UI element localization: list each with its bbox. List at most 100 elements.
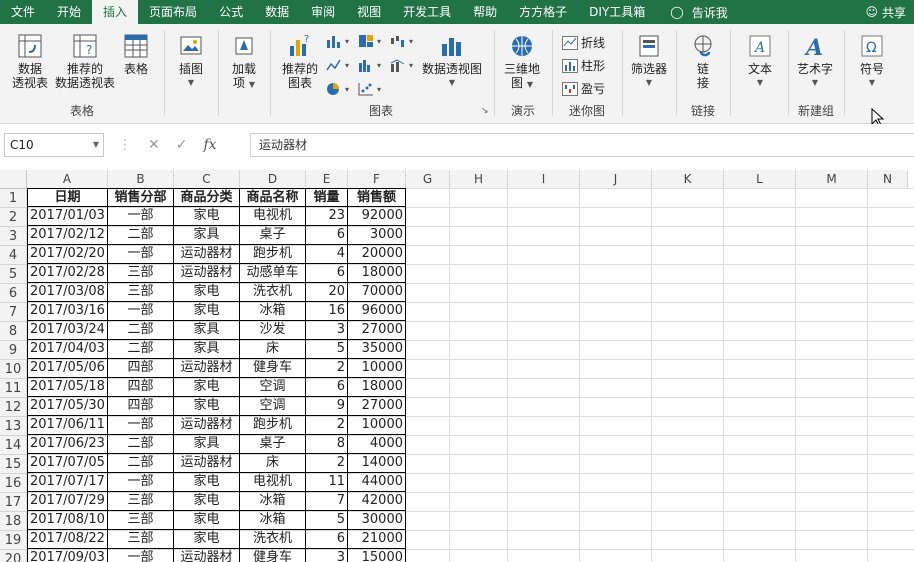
link-button[interactable]: 链 接 [684,32,722,90]
column-header[interactable]: C [174,170,240,189]
table-cell[interactable]: 4000 [348,435,406,454]
column-header[interactable]: G [406,170,450,189]
table-cell[interactable]: 动感单车 [240,264,306,283]
column-header[interactable]: F [348,170,406,189]
table-header-cell[interactable]: 日期 [27,188,108,207]
table-header-cell[interactable]: 销量 [306,188,348,207]
table-cell[interactable]: 2 [306,416,348,435]
table-cell[interactable]: 家电 [174,378,240,397]
table-cell[interactable]: 35000 [348,340,406,359]
enter-icon[interactable]: ✓ [176,137,188,153]
table-cell[interactable]: 2017/03/16 [27,302,108,321]
table-cell[interactable]: 家具 [174,321,240,340]
table-cell[interactable]: 运动器材 [174,245,240,264]
column-header[interactable]: D [240,170,306,189]
table-cell[interactable]: 家电 [174,530,240,549]
table-cell[interactable]: 三部 [108,283,174,302]
tab-11[interactable]: DIY工具箱 [578,0,656,24]
table-cell[interactable]: 运动器材 [174,264,240,283]
table-cell[interactable]: 运动器材 [174,549,240,562]
table-cell[interactable]: 21000 [348,530,406,549]
row-header[interactable]: 6 [0,284,27,303]
table-cell[interactable]: 2017/03/08 [27,283,108,302]
row-header[interactable]: 18 [0,512,27,531]
row-header[interactable]: 11 [0,379,27,398]
column-header[interactable]: N [868,170,908,189]
table-cell[interactable]: 空调 [240,397,306,416]
formula-input[interactable]: 运动器材 [250,133,914,157]
table-cell[interactable]: 冰箱 [240,302,306,321]
row-header[interactable]: 9 [0,341,27,360]
sparkline-column-button[interactable]: 柱形 [562,57,605,74]
column-header[interactable]: A [27,170,108,189]
row-header[interactable]: 1 [0,189,27,208]
table-cell[interactable]: 6 [306,264,348,283]
table-cell[interactable]: 二部 [108,226,174,245]
column-header[interactable]: L [724,170,796,189]
table-cell[interactable]: 家电 [174,283,240,302]
column-header[interactable]: K [652,170,724,189]
table-cell[interactable]: 5 [306,340,348,359]
illustrations-button[interactable]: 插图 ▼ [170,32,212,90]
row-header[interactable]: 10 [0,360,27,379]
table-cell[interactable]: 家具 [174,435,240,454]
name-box[interactable]: C10 ▼ [4,133,104,157]
row-header[interactable]: 12 [0,398,27,417]
cancel-icon[interactable]: ✕ [148,137,160,153]
table-cell[interactable]: 一部 [108,245,174,264]
table-cell[interactable]: 2017/06/11 [27,416,108,435]
row-header[interactable]: 3 [0,227,27,246]
sparkline-line-button[interactable]: 折线 [562,34,605,51]
table-cell[interactable]: 运动器材 [174,359,240,378]
table-cell[interactable]: 一部 [108,207,174,226]
dialog-launcher-icon[interactable]: ↘ [481,106,489,116]
table-cell[interactable]: 家电 [174,397,240,416]
table-header-cell[interactable]: 商品名称 [240,188,306,207]
table-cell[interactable]: 电视机 [240,207,306,226]
table-cell[interactable]: 沙发 [240,321,306,340]
table-cell[interactable]: 2017/09/03 [27,549,108,562]
tab-5[interactable]: 数据 [254,0,300,24]
column-header[interactable]: I [508,170,580,189]
table-cell[interactable]: 2017/02/28 [27,264,108,283]
table-cell[interactable]: 2017/07/17 [27,473,108,492]
table-cell[interactable]: 桌子 [240,435,306,454]
tab-7[interactable]: 视图 [346,0,392,24]
table-cell[interactable]: 2017/07/05 [27,454,108,473]
table-button[interactable]: 表格 [116,32,156,76]
table-cell[interactable]: 床 [240,340,306,359]
table-cell[interactable]: 运动器材 [174,416,240,435]
table-cell[interactable]: 2017/05/06 [27,359,108,378]
table-cell[interactable]: 14000 [348,454,406,473]
table-cell[interactable]: 7 [306,492,348,511]
column-header[interactable]: E [306,170,348,189]
table-header-cell[interactable]: 销售额 [348,188,406,207]
table-cell[interactable]: 16 [306,302,348,321]
tab-2[interactable]: 插入 [92,0,139,24]
row-header[interactable]: 20 [0,550,27,562]
table-cell[interactable]: 冰箱 [240,511,306,530]
tab-8[interactable]: 开发工具 [392,0,462,24]
column-chart-button[interactable]: ▾ [326,34,349,48]
wordart-button[interactable]: A 艺术字 ▼ [794,32,836,90]
table-cell[interactable]: 2017/07/29 [27,492,108,511]
table-cell[interactable]: 2017/03/24 [27,321,108,340]
chevron-down-icon[interactable]: ▼ [93,134,99,156]
table-cell[interactable]: 二部 [108,340,174,359]
table-cell[interactable]: 27000 [348,321,406,340]
table-cell[interactable]: 4 [306,245,348,264]
table-cell[interactable]: 四部 [108,359,174,378]
tab-10[interactable]: 方方格子 [508,0,578,24]
table-cell[interactable]: 一部 [108,549,174,562]
column-header[interactable]: H [450,170,508,189]
table-cell[interactable]: 三部 [108,530,174,549]
addins-button[interactable]: 加载 项 ▼ [224,32,264,92]
table-cell[interactable]: 2017/02/12 [27,226,108,245]
table-cell[interactable]: 6 [306,226,348,245]
row-header[interactable]: 13 [0,417,27,436]
recommended-charts-button[interactable]: ? 推荐的 图表 [278,32,322,90]
table-cell[interactable]: 18000 [348,264,406,283]
row-header[interactable]: 19 [0,531,27,550]
insert-function-icon[interactable]: fx [203,137,216,153]
table-cell[interactable]: 一部 [108,302,174,321]
